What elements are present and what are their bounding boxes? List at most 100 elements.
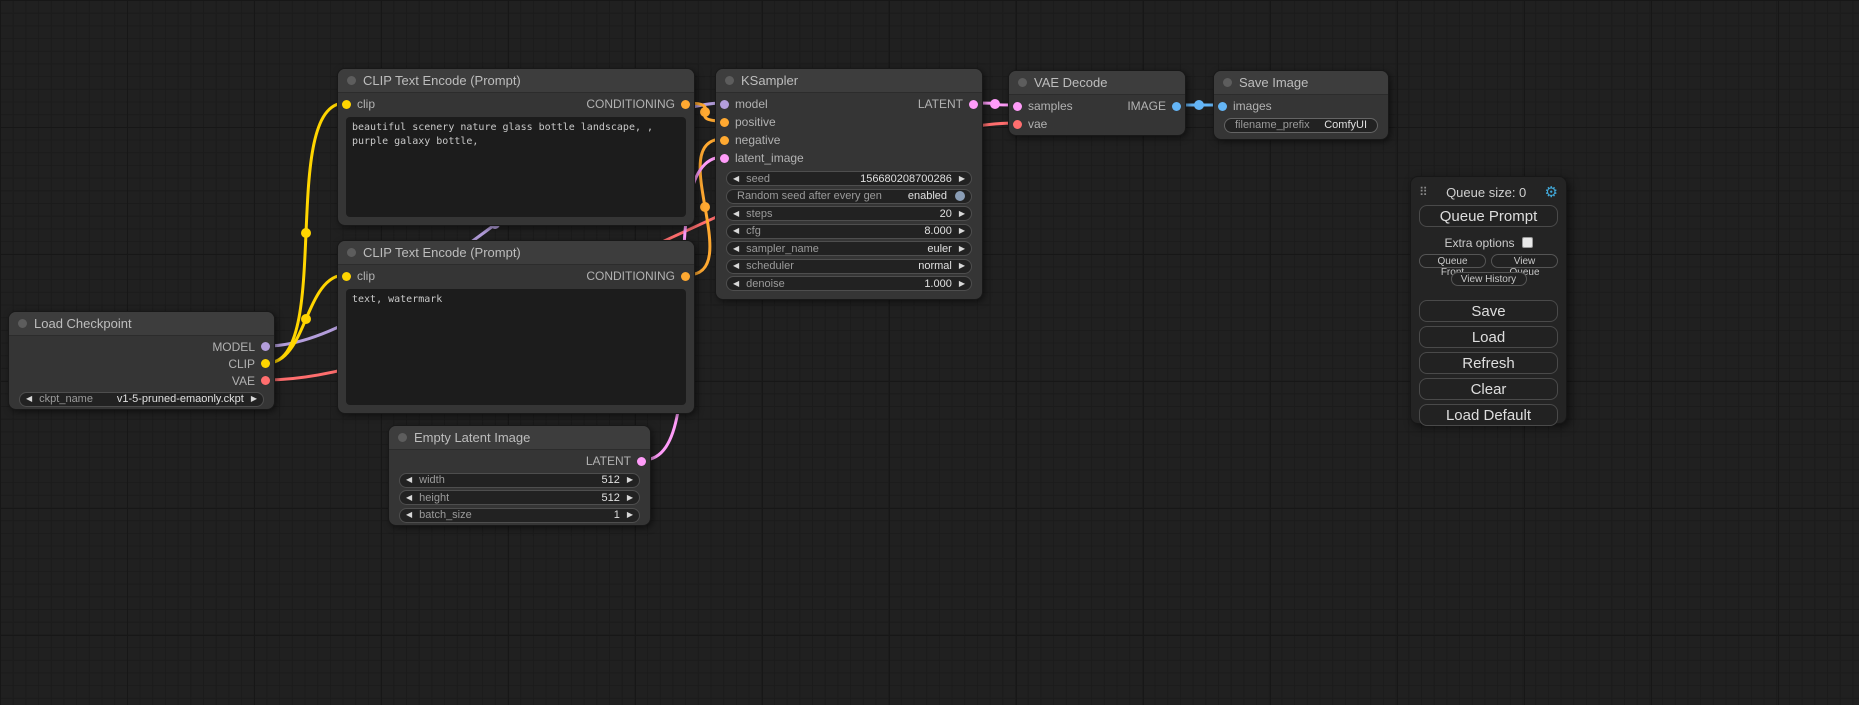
toggle-dot-icon[interactable] <box>955 191 965 201</box>
output-slot-model[interactable] <box>261 342 270 351</box>
widget-sampler-name[interactable]: ◀ sampler_name euler ▶ <box>726 241 972 256</box>
decrement-arrow-icon[interactable]: ◀ <box>406 494 412 502</box>
increment-arrow-icon[interactable]: ▶ <box>959 227 965 235</box>
node-vae-decode[interactable]: VAE Decode samples IMAGE vae <box>1008 70 1186 136</box>
next-arrow-icon[interactable]: ▶ <box>959 245 965 253</box>
load-button[interactable]: Load <box>1419 326 1558 348</box>
node-title: CLIP Text Encode (Prompt) <box>363 245 521 260</box>
decrement-arrow-icon[interactable]: ◀ <box>733 227 739 235</box>
output-slot-latent[interactable] <box>969 100 978 109</box>
input-slot-model[interactable] <box>720 100 729 109</box>
queue-size-label: Queue size: 0 <box>1428 185 1545 200</box>
input-slot-positive[interactable] <box>720 118 729 127</box>
widget-batch-size[interactable]: ◀ batch_size 1 ▶ <box>399 508 640 523</box>
prev-arrow-icon[interactable]: ◀ <box>733 262 739 270</box>
widget-denoise[interactable]: ◀ denoise 1.000 ▶ <box>726 276 972 291</box>
link-midpoint <box>1194 100 1204 110</box>
node-title: VAE Decode <box>1034 75 1107 90</box>
widget-cfg[interactable]: ◀ cfg 8.000 ▶ <box>726 224 972 239</box>
settings-gear-icon[interactable]: ⚙ <box>1545 185 1558 200</box>
widget-steps[interactable]: ◀ steps 20 ▶ <box>726 206 972 221</box>
graph-canvas[interactable]: Load Checkpoint MODEL CLIP VAE <box>0 0 1859 705</box>
node-title-bar[interactable]: KSampler <box>716 69 982 93</box>
output-slot-image[interactable] <box>1172 102 1181 111</box>
collapse-dot-icon[interactable] <box>1018 78 1027 87</box>
clear-button[interactable]: Clear <box>1419 378 1558 400</box>
prev-arrow-icon[interactable]: ◀ <box>733 245 739 253</box>
save-button[interactable]: Save <box>1419 300 1558 322</box>
node-save-image[interactable]: Save Image images filename_prefix ComfyU… <box>1213 70 1389 140</box>
increment-arrow-icon[interactable]: ▶ <box>627 511 633 519</box>
input-label-positive: positive <box>735 115 776 129</box>
output-slot-latent[interactable] <box>637 457 646 466</box>
widget-seed-control[interactable]: Random seed after every gen enabled <box>726 189 972 204</box>
node-title-bar[interactable]: CLIP Text Encode (Prompt) <box>338 69 694 93</box>
decrement-arrow-icon[interactable]: ◀ <box>733 210 739 218</box>
input-label-clip: clip <box>357 97 375 111</box>
prompt-textarea[interactable]: text, watermark <box>346 289 686 405</box>
widget-seed[interactable]: ◀ seed 156680208700286 ▶ <box>726 171 972 186</box>
node-load-checkpoint[interactable]: Load Checkpoint MODEL CLIP VAE <box>8 311 275 410</box>
node-title-bar[interactable]: CLIP Text Encode (Prompt) <box>338 241 694 265</box>
queue-prompt-button[interactable]: Queue Prompt <box>1419 205 1558 227</box>
input-slot-vae[interactable] <box>1013 120 1022 129</box>
widget-ckpt-name[interactable]: ◀ ckpt_name v1-5-pruned-emaonly.ckpt ▶ <box>19 392 264 407</box>
decrement-arrow-icon[interactable]: ◀ <box>406 476 412 484</box>
node-ksampler[interactable]: KSampler model LATENT positive <box>715 68 983 300</box>
node-clip-text-encode-positive[interactable]: CLIP Text Encode (Prompt) clip CONDITION… <box>337 68 695 226</box>
extra-options-checkbox[interactable] <box>1522 237 1533 248</box>
collapse-dot-icon[interactable] <box>1223 78 1232 87</box>
slot-row: positive <box>716 113 982 131</box>
queue-front-button[interactable]: Queue Front <box>1419 254 1486 268</box>
node-title-bar[interactable]: VAE Decode <box>1009 71 1185 95</box>
output-slot-clip[interactable] <box>261 359 270 368</box>
extra-options-label: Extra options <box>1444 236 1514 250</box>
increment-arrow-icon[interactable]: ▶ <box>959 210 965 218</box>
input-slot-negative[interactable] <box>720 136 729 145</box>
prompt-textarea[interactable]: beautiful scenery nature glass bottle la… <box>346 117 686 217</box>
prev-arrow-icon[interactable]: ◀ <box>26 395 32 403</box>
widget-filename-prefix[interactable]: filename_prefix ComfyUI <box>1224 118 1378 133</box>
decrement-arrow-icon[interactable]: ◀ <box>733 175 739 183</box>
node-empty-latent-image[interactable]: Empty Latent Image LATENT ◀ width 512 ▶ … <box>388 425 651 526</box>
node-clip-text-encode-negative[interactable]: CLIP Text Encode (Prompt) clip CONDITION… <box>337 240 695 414</box>
input-slot-samples[interactable] <box>1013 102 1022 111</box>
slot-row: images <box>1214 97 1388 115</box>
view-history-button[interactable]: View History <box>1451 272 1527 286</box>
drag-handle-icon[interactable]: ⠿ <box>1419 185 1428 199</box>
widget-scheduler[interactable]: ◀ scheduler normal ▶ <box>726 259 972 274</box>
increment-arrow-icon[interactable]: ▶ <box>959 280 965 288</box>
collapse-dot-icon[interactable] <box>347 76 356 85</box>
collapse-dot-icon[interactable] <box>725 76 734 85</box>
node-title-bar[interactable]: Load Checkpoint <box>9 312 274 336</box>
node-title-bar[interactable]: Save Image <box>1214 71 1388 95</box>
input-label-vae: vae <box>1028 117 1047 131</box>
output-label-clip: CLIP <box>228 357 255 371</box>
input-label-latent-image: latent_image <box>735 151 804 165</box>
node-title: KSampler <box>741 73 798 88</box>
next-arrow-icon[interactable]: ▶ <box>959 262 965 270</box>
refresh-button[interactable]: Refresh <box>1419 352 1558 374</box>
widget-height[interactable]: ◀ height 512 ▶ <box>399 490 640 505</box>
decrement-arrow-icon[interactable]: ◀ <box>406 511 412 519</box>
input-slot-images[interactable] <box>1218 102 1227 111</box>
increment-arrow-icon[interactable]: ▶ <box>959 175 965 183</box>
collapse-dot-icon[interactable] <box>18 319 27 328</box>
node-title-bar[interactable]: Empty Latent Image <box>389 426 650 450</box>
view-queue-button[interactable]: View Queue <box>1491 254 1558 268</box>
output-slot-conditioning[interactable] <box>681 272 690 281</box>
widget-width[interactable]: ◀ width 512 ▶ <box>399 473 640 488</box>
increment-arrow-icon[interactable]: ▶ <box>627 476 633 484</box>
output-slot-vae[interactable] <box>261 376 270 385</box>
output-slot-conditioning[interactable] <box>681 100 690 109</box>
input-slot-clip[interactable] <box>342 272 351 281</box>
output-label-conditioning: CONDITIONING <box>586 269 675 283</box>
decrement-arrow-icon[interactable]: ◀ <box>733 280 739 288</box>
increment-arrow-icon[interactable]: ▶ <box>627 494 633 502</box>
collapse-dot-icon[interactable] <box>398 433 407 442</box>
collapse-dot-icon[interactable] <box>347 248 356 257</box>
input-slot-clip[interactable] <box>342 100 351 109</box>
next-arrow-icon[interactable]: ▶ <box>251 395 257 403</box>
input-slot-latent-image[interactable] <box>720 154 729 163</box>
load-default-button[interactable]: Load Default <box>1419 404 1558 426</box>
